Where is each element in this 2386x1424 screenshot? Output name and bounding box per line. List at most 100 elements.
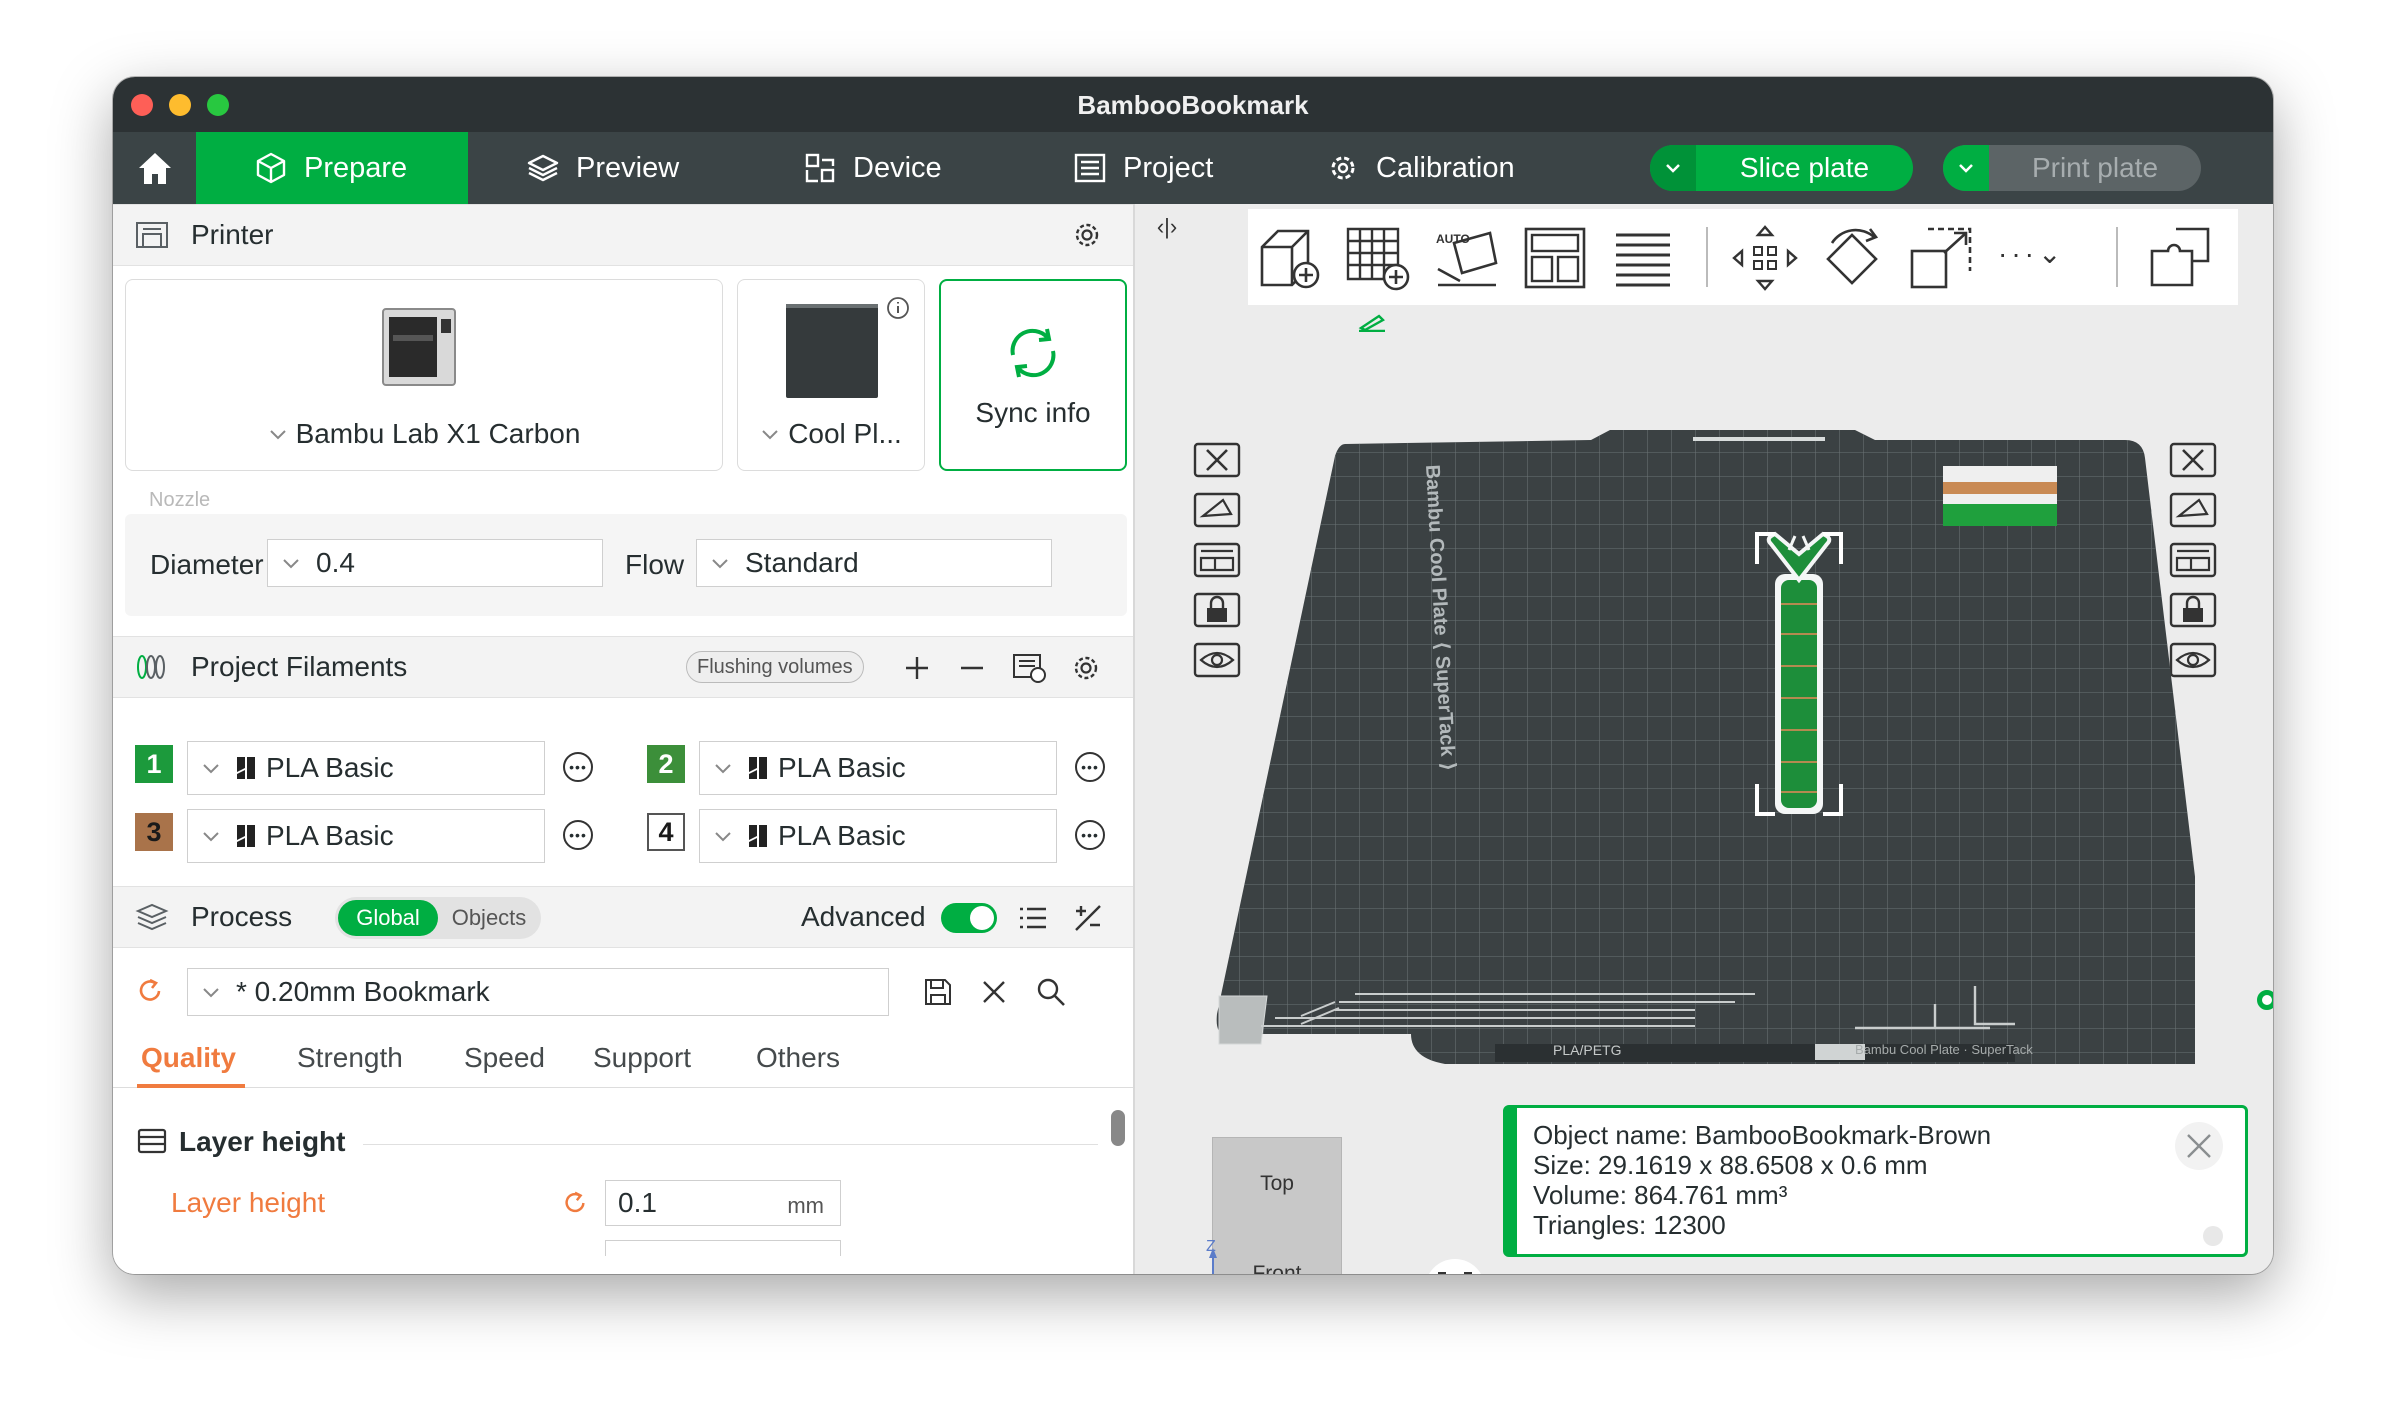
tab-project[interactable]: Project [1073,132,1213,204]
group-divider [363,1144,1098,1145]
filament-1-name: PLA Basic [266,752,394,783]
arrange-icon[interactable] [1520,223,1590,293]
subtab-strength[interactable]: Strength [297,1042,403,1074]
view-cube-top[interactable]: Top [1213,1172,1341,1196]
tab-prepare[interactable]: Prepare [196,132,468,204]
global-objects-toggle: Global Objects [335,897,541,939]
ams-sync-icon[interactable] [1011,652,1047,684]
filament-4-more-button[interactable]: ••• [1075,820,1105,850]
tab-device[interactable]: Device [803,132,942,204]
advanced-label: Advanced [801,901,926,932]
print-plate-button[interactable]: Print plate [1943,145,2201,191]
assembly-icon[interactable] [2146,223,2216,293]
add-plate-icon[interactable] [1344,223,1414,293]
edit-plate-name-icon[interactable] [1357,312,1389,332]
subtab-speed[interactable]: Speed [464,1042,545,1074]
close-info-button[interactable] [2175,1122,2223,1170]
add-object-icon[interactable] [1256,223,1326,293]
print-dropdown[interactable] [1943,145,1989,191]
filament-icon [137,655,165,679]
filament-1-number[interactable]: 1 [135,745,173,783]
filaments-title: Project Filaments [191,651,408,682]
chevron-down-icon [712,559,728,569]
tab-calibration-label: Calibration [1376,151,1515,184]
flow-select[interactable]: Standard [696,539,1052,587]
settings-scrollbar[interactable] [1111,1110,1125,1146]
filament-3-select[interactable]: PLA Basic [187,809,545,863]
chevron-down-icon [1959,164,1973,173]
chevron-down-icon [203,764,219,774]
global-toggle-button[interactable]: Global [338,900,438,936]
subtab-support[interactable]: Support [593,1042,691,1074]
rotate-icon[interactable] [1818,223,1888,293]
filament-1-more-button[interactable]: ••• [563,752,593,782]
layer-height-unit: mm [787,1193,824,1218]
filament-1-select[interactable]: PLA Basic [187,741,545,795]
objects-toggle-button[interactable]: Objects [439,900,539,936]
object-triangles: Triangles: 12300 [1533,1210,1726,1240]
save-icon[interactable] [923,977,953,1007]
printer-selector[interactable]: Bambu Lab X1 Carbon [126,418,722,450]
slice-plate-label: Slice plate [1739,152,1870,183]
object-name: Object name: BambooBookmark-Brown [1533,1120,1992,1150]
advanced-switch[interactable] [941,903,997,933]
gear-icon[interactable] [1071,219,1103,251]
gear-icon[interactable] [1070,652,1102,684]
compare-icon[interactable] [1073,903,1103,933]
more-tools-button[interactable]: ···⌄ [1998,237,2065,270]
diameter-select[interactable]: 0.4 [267,539,603,587]
layer-height-input[interactable]: 0.1 mm [605,1180,841,1226]
collapse-info-button[interactable] [2203,1226,2223,1246]
slice-dropdown[interactable] [1650,145,1696,191]
print-plate-label: Print plate [2031,152,2159,183]
printer-card[interactable]: Bambu Lab X1 Carbon [125,279,723,471]
filament-3-more-button[interactable]: ••• [563,820,593,850]
filament-4-name: PLA Basic [778,820,906,851]
layers-icon [527,154,559,182]
diameter-label: Diameter [150,549,264,580]
tab-calibration[interactable]: Calibration [1326,132,1515,204]
add-icon[interactable] [903,654,931,682]
reset-icon[interactable] [135,976,165,1006]
split-layers-icon[interactable] [1608,223,1678,293]
bambu-logo-icon [237,757,255,779]
auto-orient-icon[interactable]: AUTO [1432,223,1502,293]
filament-2-select[interactable]: PLA Basic [699,741,1057,795]
slice-plate-button[interactable]: Slice plate [1650,145,1913,191]
list-icon[interactable] [1018,905,1048,931]
reset-icon[interactable] [561,1189,589,1217]
filament-3-number[interactable]: 3 [135,813,173,851]
object-size: Size: 29.1619 x 88.6508 x 0.6 mm [1533,1150,1928,1180]
layer-height-value: 0.1 [618,1187,657,1218]
collapse-sidebar-button[interactable]: ‹|› [1147,214,1187,244]
object-info-panel: Object name: BambooBookmark-Brown Size: … [1503,1105,2248,1257]
move-icon[interactable] [1730,223,1800,293]
chevron-down-icon [1666,164,1680,173]
printer-icon [136,222,168,248]
subtab-quality[interactable]: Quality [141,1042,236,1074]
search-icon[interactable] [1035,976,1067,1008]
view-reset-button[interactable] [1425,1259,1485,1274]
subtab-others[interactable]: Others [756,1042,840,1074]
build-plate[interactable] [1215,404,2195,1144]
home-button[interactable] [113,132,196,204]
filament-4-number[interactable]: 4 [647,813,685,851]
info-icon[interactable] [886,296,910,320]
tab-preview[interactable]: Preview [526,132,679,204]
filament-2-number[interactable]: 2 [647,745,685,783]
plate-card[interactable]: Cool Pl... [737,279,925,471]
sync-info-button[interactable]: Sync info [939,279,1127,471]
remove-icon[interactable] [958,654,986,682]
scale-icon[interactable] [1906,223,1976,293]
home-icon [138,153,171,184]
process-preset-select[interactable]: * 0.20mm Bookmark [187,968,889,1016]
toolbar-divider [1706,227,1708,287]
flushing-volumes-button[interactable]: Flushing volumes [686,651,864,683]
filament-4-select[interactable]: PLA Basic [699,809,1057,863]
title-bar: BambooBookmark [113,77,2273,132]
close-icon[interactable] [981,979,1007,1005]
filament-2-more-button[interactable]: ••• [1075,752,1105,782]
process-subtabs: Quality Strength Speed Support Others [113,1042,1133,1088]
flow-label: Flow [625,549,685,580]
plate-selector[interactable]: Cool Pl... [738,418,924,450]
